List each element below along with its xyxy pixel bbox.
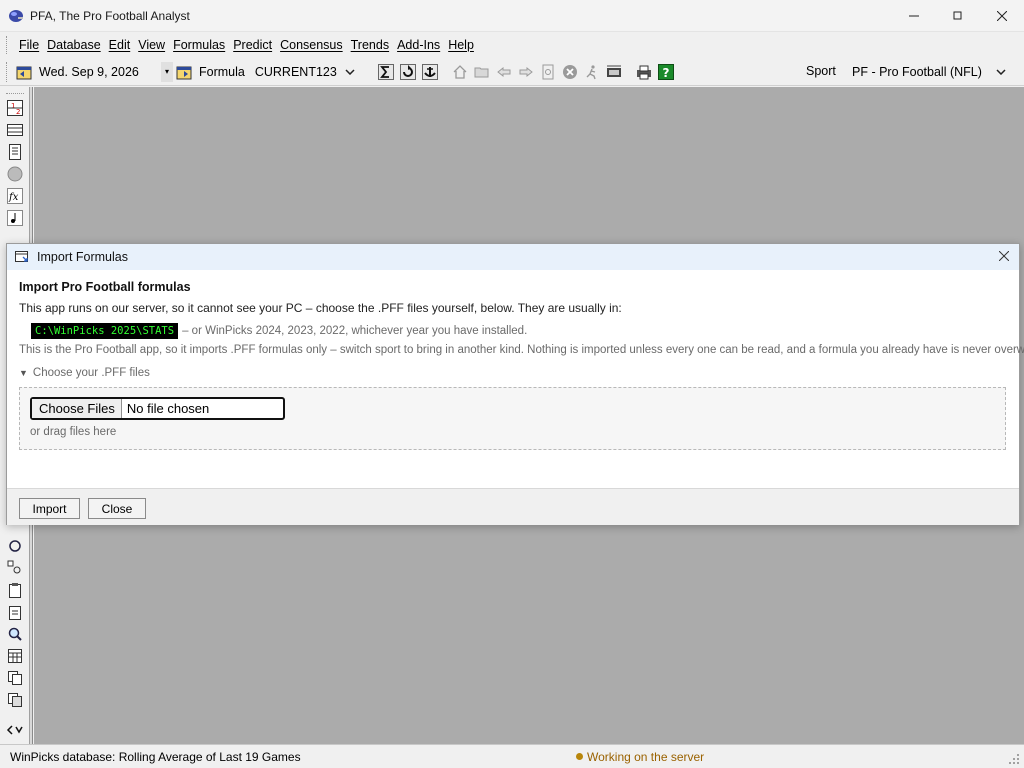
window-controls [892, 0, 1024, 32]
import-window-icon [15, 251, 28, 262]
window-title: PFA, The Pro Football Analyst [30, 8, 190, 23]
menu-help[interactable]: Help [444, 38, 478, 52]
minimize-button[interactable] [892, 0, 936, 32]
svg-text:?: ? [662, 66, 669, 80]
music-note-icon[interactable] [6, 209, 24, 227]
dialog-title: Import Formulas [37, 250, 128, 264]
dialog-title-bar[interactable]: Import Formulas [7, 244, 1019, 270]
close-window-button[interactable] [980, 0, 1024, 32]
calculator-icon[interactable] [6, 647, 24, 665]
function-icon[interactable]: fx [6, 187, 24, 205]
menu-file[interactable]: File [15, 38, 43, 52]
main-toolbar: Wed. Sep 9, 2026 ▾ Formula CURRENT123 ? … [0, 58, 1024, 86]
scroll-arrows-icon[interactable] [6, 723, 24, 737]
dialog-intro: This app runs on our server, so it canno… [19, 301, 622, 315]
scoreboard-icon[interactable]: 12 [6, 99, 24, 117]
dialog-heading: Import Pro Football formulas [19, 280, 191, 294]
stats-folder-path: C:\WinPicks 2025\STATS [31, 323, 179, 339]
zoom-tool-icon[interactable] [6, 559, 24, 577]
menu-consensus[interactable]: Consensus [276, 38, 347, 52]
left-toolbar-grip[interactable] [6, 93, 24, 94]
status-bar: WinPicks database: Rolling Average of La… [0, 744, 1024, 768]
working-indicator-icon [576, 753, 583, 760]
import-button[interactable]: Import [19, 498, 80, 519]
anchor-icon[interactable] [421, 63, 439, 81]
disclosure-label: Choose your .PFF files [32, 367, 150, 379]
working-status: Working on the server [587, 750, 705, 764]
menu-formulas[interactable]: Formulas [169, 38, 229, 52]
document-icon[interactable] [6, 143, 24, 161]
import-note: This is the Pro Football app, so it impo… [19, 344, 1024, 356]
import-formulas-dialog: Import Formulas Import Pro Football form… [6, 243, 1024, 525]
globe-icon[interactable] [6, 165, 24, 183]
close-button[interactable]: Close [88, 498, 146, 519]
calendar-back-icon[interactable] [15, 63, 33, 81]
sport-select[interactable]: PF - Pro Football (NFL) [848, 62, 1010, 82]
menu-predict[interactable]: Predict [229, 38, 276, 52]
sport-label: Sport [806, 64, 836, 78]
file-drop-zone[interactable]: Choose Files No file chosen or drag file… [19, 387, 1006, 450]
formula-label: Formula [199, 64, 245, 79]
menu-database[interactable]: Database [43, 38, 105, 52]
formula-value: CURRENT123 [254, 64, 337, 79]
formula-select[interactable]: CURRENT123 [251, 62, 359, 82]
title-bar: PFA, The Pro Football Analyst [0, 0, 1024, 32]
home-icon[interactable] [451, 63, 469, 81]
arrow-back-icon[interactable] [495, 63, 513, 81]
file-input[interactable]: Choose Files No file chosen [30, 397, 285, 420]
cycle-icon[interactable] [6, 537, 24, 555]
svg-text:fx: fx [8, 192, 19, 203]
paste-icon[interactable] [6, 691, 24, 709]
dialog-body: Import Pro Football formulas This app ru… [7, 270, 1024, 488]
resize-grip-icon[interactable] [1008, 753, 1020, 765]
menu-add-ins[interactable]: Add-Ins [393, 38, 444, 52]
refresh-icon[interactable] [399, 63, 417, 81]
maximize-icon [953, 11, 962, 20]
toolbar-grip[interactable] [6, 61, 9, 82]
date-value: Wed. Sep 9, 2026 [39, 64, 139, 79]
drag-hint: or drag files here [30, 426, 117, 438]
date-picker[interactable]: Wed. Sep 9, 2026 ▾ [35, 61, 173, 82]
football-helmet-icon [9, 9, 23, 22]
film-strip-icon[interactable] [605, 63, 623, 81]
document-refresh-icon[interactable] [539, 63, 557, 81]
menu-grip[interactable] [6, 36, 9, 54]
stop-icon[interactable] [561, 63, 579, 81]
maximize-button[interactable] [936, 0, 980, 32]
choose-files-disclosure[interactable]: ▼ Choose your .PFF files [19, 367, 150, 379]
runner-icon[interactable] [583, 63, 601, 81]
sigma-icon[interactable] [377, 63, 395, 81]
database-status: WinPicks database: Rolling Average of La… [10, 749, 301, 764]
file-status: No file chosen [126, 401, 210, 416]
notes-icon[interactable] [6, 603, 24, 621]
folder-path-row: C:\WinPicks 2025\STATS – or WinPicks 202… [31, 323, 527, 339]
menu-bar: File Database Edit View Formulas Predict… [0, 33, 1024, 57]
date-dropdown-icon[interactable]: ▾ [161, 61, 173, 82]
dialog-close-button[interactable] [997, 249, 1011, 263]
copy-icon[interactable] [6, 669, 24, 687]
menu-view[interactable]: View [134, 38, 169, 52]
grid-icon[interactable] [6, 121, 24, 139]
calendar-forward-icon[interactable] [175, 63, 193, 81]
triangle-down-icon: ▼ [19, 368, 28, 378]
menu-edit[interactable]: Edit [105, 38, 135, 52]
arrow-forward-icon[interactable] [517, 63, 535, 81]
search-icon[interactable] [6, 625, 24, 643]
svg-text:1: 1 [11, 102, 15, 110]
open-folder-icon[interactable] [473, 63, 491, 81]
path-alternatives: – or WinPicks 2024, 2023, 2022, whicheve… [182, 325, 528, 337]
chevron-down-icon [996, 69, 1006, 75]
menu-trends[interactable]: Trends [347, 38, 393, 52]
close-icon [997, 11, 1007, 21]
chevron-down-icon [345, 68, 355, 75]
minimize-icon [909, 15, 919, 17]
printer-icon[interactable] [635, 63, 653, 81]
help-icon[interactable]: ? [657, 63, 675, 81]
sport-value: PF - Pro Football (NFL) [852, 65, 982, 79]
clipboard-icon[interactable] [6, 581, 24, 599]
svg-text:2: 2 [16, 108, 20, 116]
close-icon [999, 251, 1009, 261]
choose-files-button[interactable]: Choose Files [32, 399, 122, 418]
dialog-footer: Import Close [7, 488, 1019, 525]
